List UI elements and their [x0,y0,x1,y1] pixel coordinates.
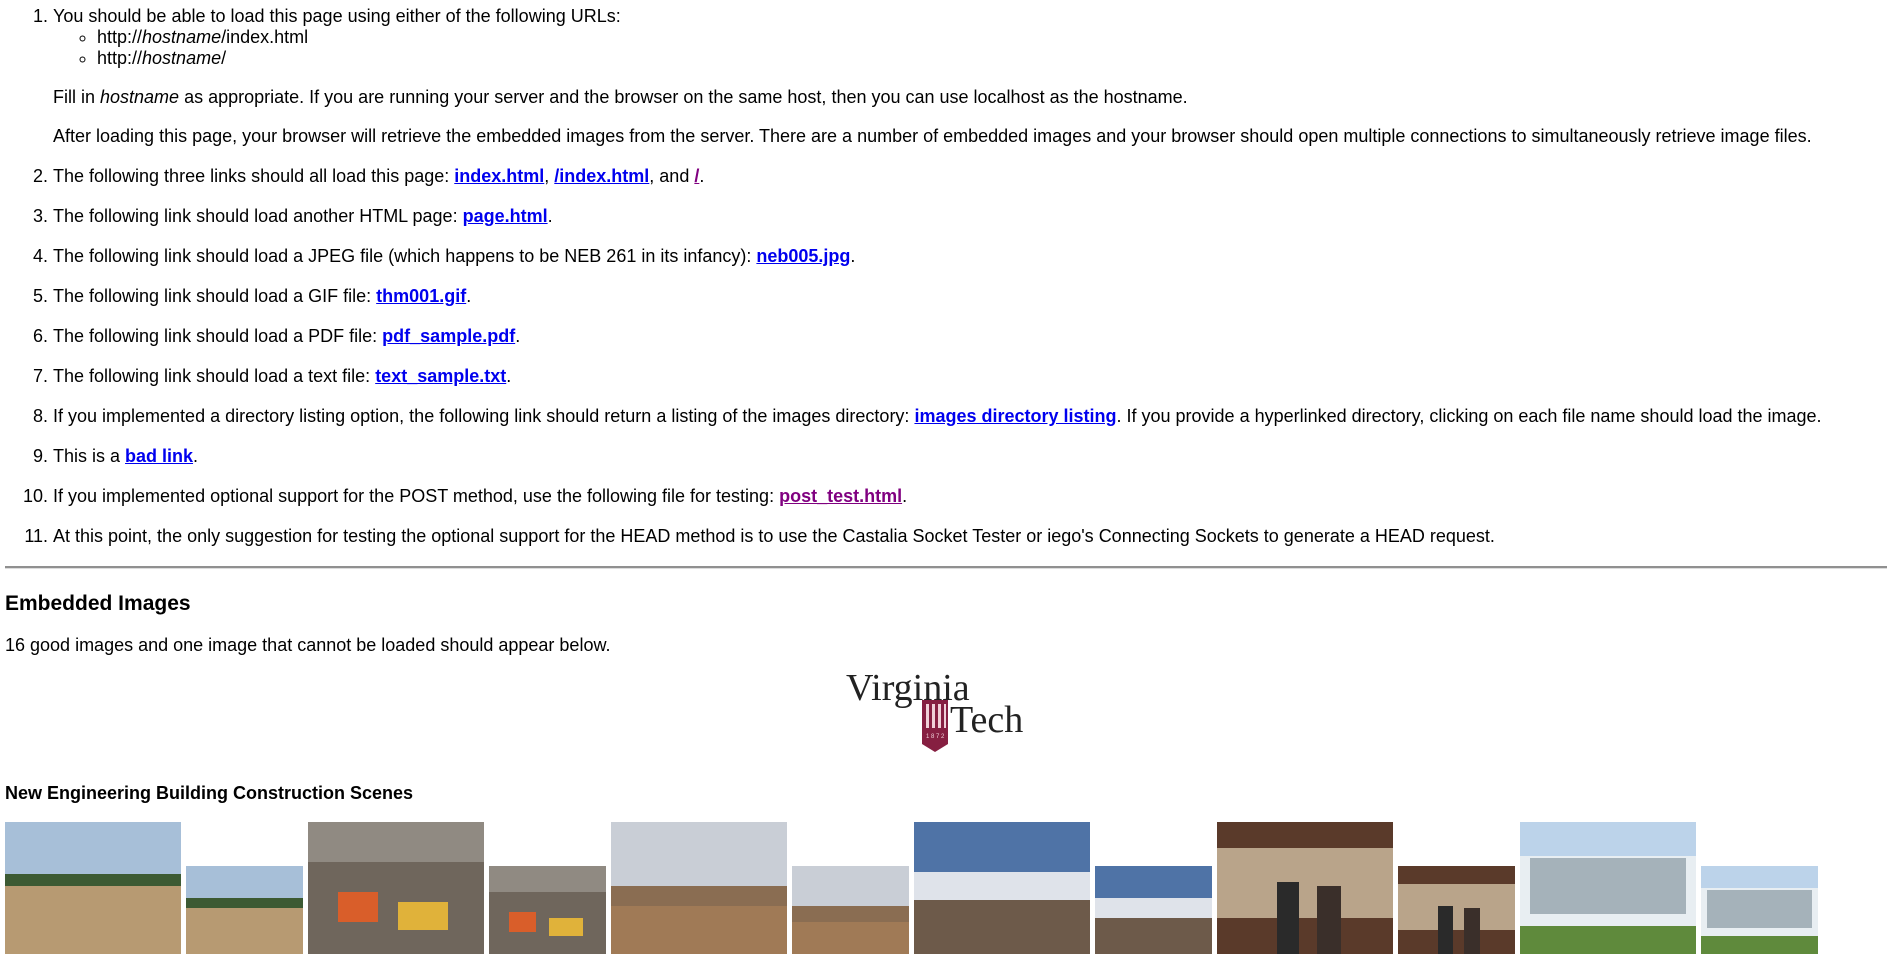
list-item: At this point, the only suggestion for t… [53,526,1887,547]
logo-text-tech: Tech [950,699,1023,741]
punctuation: . [547,206,553,226]
item-text: The following link should load a PDF fil… [53,326,383,346]
photo-thumbnail [308,822,484,954]
punctuation: . [515,326,521,346]
photo-thumbnail [5,822,181,954]
section-divider [5,566,1887,569]
punctuation: . [193,446,199,466]
text: Fill in [53,87,101,107]
url-suffix: /index.html [221,27,309,47]
url-prefix: http:// [97,27,143,47]
instruction-list: You should be able to load this page usi… [5,6,1887,547]
page-content: You should be able to load this page usi… [0,6,1892,954]
punctuation: . [902,486,908,506]
url-item: http://hostname/ [97,48,1887,69]
item-text-end: . If you provide a hyperlinked directory… [1116,406,1822,426]
punctuation: . [466,286,472,306]
list-item: The following link should load a JPEG fi… [53,246,1887,267]
item-text: If you implemented optional support for … [53,486,780,506]
item-text: If you implemented a directory listing o… [53,406,915,426]
url-host: hostname [142,48,222,68]
page-html-link[interactable]: page.html [463,206,548,226]
item-text: The following link should load another H… [53,206,463,226]
logo-image: Virginia Tech 1 8 7 2 [846,667,1023,752]
url-host: hostname [142,27,222,47]
hokie-stone-icon: 1 8 7 2 [922,700,948,752]
list-item: The following three links should all loa… [53,166,1887,187]
list-item: This is a bad link. [53,446,1887,467]
photo-thumbnail [611,822,787,954]
photo-thumbnail [1701,866,1818,954]
image-gallery [5,822,1887,954]
punctuation: . [506,366,512,386]
gallery-heading: New Engineering Building Construction Sc… [5,783,414,803]
item-text: The following link should load a GIF fil… [53,286,377,306]
item-text: The following link should load a text fi… [53,366,376,386]
item-text: The following three links should all loa… [53,166,455,186]
separator: , [544,166,555,186]
logo-year: 1 8 7 2 [926,734,945,740]
embedded-images-heading: Embedded Images [5,592,191,615]
photo-thumbnail [1095,866,1212,954]
text-file-link[interactable]: text_sample.txt [375,366,506,386]
slash-index-html-link[interactable]: /index.html [554,166,649,186]
list-item: The following link should load a text fi… [53,366,1887,387]
photo-thumbnail [914,822,1090,954]
list-item: The following link should load a GIF fil… [53,286,1887,307]
post-test-link[interactable]: post_test.html [779,486,902,506]
hostname-term: hostname [100,87,180,107]
url-list: http://hostname/index.html http://hostna… [53,27,1887,69]
gif-link[interactable]: thm001.gif [376,286,466,306]
photo-thumbnail [1520,822,1696,954]
url-suffix: / [221,48,227,68]
url-item: http://hostname/index.html [97,27,1887,48]
jpeg-link[interactable]: neb005.jpg [756,246,850,266]
fill-in-paragraph: Fill in hostname as appropriate. If you … [53,87,1887,108]
text: as appropriate. If you are running your … [179,87,1188,107]
photo-thumbnail [792,866,909,954]
punctuation: . [850,246,856,266]
directory-listing-link[interactable]: images directory listing [914,406,1116,426]
item-text: You should be able to load this page usi… [53,6,621,26]
list-item: If you implemented a directory listing o… [53,406,1887,427]
virginia-tech-logo: Virginia Tech 1 8 7 2 [5,666,1887,766]
item-text: At this point, the only suggestion for t… [53,526,1495,546]
photo-thumbnail [489,866,606,954]
list-item: You should be able to load this page usi… [53,6,1887,147]
punctuation: . [699,166,705,186]
photo-thumbnail [1217,822,1393,954]
item-text: This is a [53,446,126,466]
separator: , and [649,166,695,186]
after-loading-paragraph: After loading this page, your browser wi… [53,126,1812,146]
url-prefix: http:// [97,48,143,68]
photo-thumbnail [186,866,303,954]
bad-link[interactable]: bad link [125,446,193,466]
photo-thumbnail [1398,866,1515,954]
index-html-link[interactable]: index.html [454,166,544,186]
list-item: If you implemented optional support for … [53,486,1887,507]
item-text: The following link should load a JPEG fi… [53,246,757,266]
list-item: The following link should load a PDF fil… [53,326,1887,347]
embedded-images-description: 16 good images and one image that cannot… [5,635,611,655]
list-item: The following link should load another H… [53,206,1887,227]
pdf-link[interactable]: pdf_sample.pdf [382,326,515,346]
